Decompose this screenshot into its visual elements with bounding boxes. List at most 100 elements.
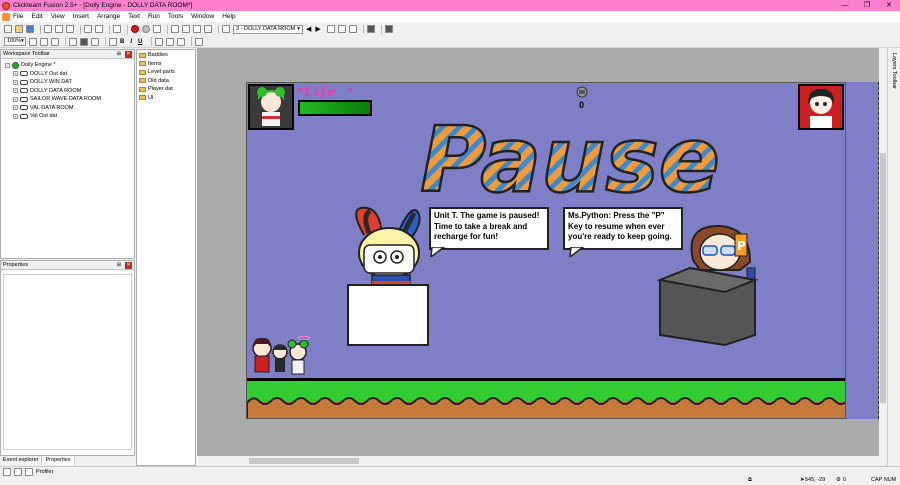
enemy-portrait[interactable] bbox=[798, 84, 844, 130]
stop-icon[interactable] bbox=[142, 25, 150, 33]
layout-icon[interactable] bbox=[326, 25, 335, 33]
maximize-button[interactable]: ❐ bbox=[856, 0, 878, 11]
event-editor-icon[interactable] bbox=[193, 25, 201, 33]
frame-select[interactable]: 3 - DOLLY DATA ROOM ▾ bbox=[233, 24, 303, 34]
align-left-icon[interactable] bbox=[155, 37, 164, 46]
expand-icon[interactable]: + bbox=[13, 88, 18, 94]
folder-item[interactable]: Level parts bbox=[139, 68, 195, 77]
bold-button[interactable]: B bbox=[120, 39, 124, 45]
pointer-icon[interactable] bbox=[109, 37, 117, 46]
tree-root[interactable]: − Dolly Engine * bbox=[5, 61, 134, 70]
paste-icon[interactable] bbox=[66, 25, 74, 33]
screen-icon[interactable] bbox=[348, 25, 357, 33]
frame-settings-icon[interactable] bbox=[91, 37, 99, 46]
zoom-tool-icon[interactable] bbox=[40, 37, 48, 46]
frame-icon[interactable] bbox=[222, 25, 230, 33]
align-icon[interactable] bbox=[337, 25, 346, 33]
fit-icon[interactable] bbox=[195, 37, 204, 46]
vertical-scrollbar[interactable] bbox=[879, 48, 887, 456]
system-menu-icon[interactable] bbox=[2, 12, 10, 21]
folder-item[interactable]: Player dat bbox=[139, 85, 195, 94]
expand-icon[interactable]: + bbox=[13, 79, 18, 85]
game-frame[interactable]: Life ♥ ♥ 0 Pause Unit T. The game is pau… bbox=[246, 82, 846, 419]
folder-item[interactable]: Baddies bbox=[139, 51, 195, 60]
folder-item[interactable]: Items bbox=[139, 60, 195, 69]
tree-frame[interactable]: + SAILOR WAVE DATA ROOM bbox=[5, 95, 134, 104]
party-characters[interactable] bbox=[250, 336, 312, 376]
redo-icon[interactable] bbox=[95, 25, 103, 33]
scroll-thumb[interactable] bbox=[249, 458, 359, 464]
folder-item[interactable]: Old data bbox=[139, 77, 195, 86]
run-application-icon[interactable] bbox=[131, 25, 139, 33]
event-list-icon[interactable] bbox=[204, 25, 212, 33]
italic-button[interactable]: I bbox=[130, 39, 132, 45]
menu-help[interactable]: Help bbox=[222, 13, 235, 20]
horizontal-scrollbar[interactable] bbox=[197, 456, 887, 466]
tree-frame[interactable]: + DOLLY WIN DAT bbox=[5, 78, 134, 87]
hand-tool-icon[interactable] bbox=[29, 37, 37, 46]
tab-event-explorer[interactable]: Event explorer bbox=[0, 456, 43, 465]
tree-frame[interactable]: + DOLLY DATA ROOM bbox=[5, 87, 134, 96]
menu-window[interactable]: Window bbox=[191, 13, 214, 20]
close-button[interactable]: ✕ bbox=[878, 0, 900, 11]
next-frame-icon[interactable]: ▶ bbox=[315, 25, 320, 33]
picker-icon[interactable] bbox=[51, 37, 59, 46]
enemy-portrait-image bbox=[800, 86, 842, 128]
build-icon[interactable] bbox=[113, 25, 121, 33]
menu-run[interactable]: Run bbox=[148, 13, 160, 20]
tree-frame[interactable]: + Val Out dat bbox=[5, 112, 134, 121]
pin-icon[interactable]: ⊞ bbox=[116, 51, 122, 57]
pin-icon[interactable]: ⊞ bbox=[116, 262, 122, 268]
expand-icon[interactable]: + bbox=[13, 71, 18, 77]
menu-edit[interactable]: Edit bbox=[31, 13, 42, 20]
menu-arrange[interactable]: Arrange bbox=[97, 13, 120, 20]
scroll-thumb[interactable] bbox=[880, 153, 886, 403]
player-portrait[interactable] bbox=[248, 84, 294, 130]
snap-icon[interactable] bbox=[80, 37, 88, 46]
expand-icon[interactable]: + bbox=[13, 113, 18, 119]
menu-insert[interactable]: Insert bbox=[73, 13, 89, 20]
align-center-icon[interactable] bbox=[166, 37, 175, 46]
undo-icon[interactable] bbox=[84, 25, 92, 33]
zoom-select[interactable]: 100% ▾ bbox=[4, 37, 26, 46]
menu-tools[interactable]: Tools bbox=[168, 13, 183, 20]
save-icon[interactable] bbox=[26, 25, 34, 33]
collapse-icon[interactable]: − bbox=[5, 62, 10, 68]
ms-python-character[interactable]: P bbox=[655, 220, 765, 348]
chevron-down-icon: ▾ bbox=[297, 25, 300, 32]
storyboard-icon[interactable] bbox=[171, 25, 179, 33]
open-icon[interactable] bbox=[15, 25, 23, 33]
layers-toolbar[interactable]: Layers Toolbar bbox=[887, 48, 900, 466]
menu-view[interactable]: View bbox=[51, 13, 65, 20]
filter-icon[interactable] bbox=[3, 467, 11, 476]
svg-text:P: P bbox=[737, 239, 746, 253]
copy-icon[interactable] bbox=[55, 25, 63, 33]
close-icon[interactable]: ✕ bbox=[125, 51, 132, 58]
menu-text[interactable]: Text bbox=[128, 13, 140, 20]
close-icon[interactable]: ✕ bbox=[125, 262, 132, 269]
frame-editor-icon[interactable] bbox=[182, 25, 190, 33]
tree-frame[interactable]: + VAL DATA ROOM bbox=[5, 104, 134, 113]
show-grid-icon[interactable] bbox=[69, 37, 77, 46]
tree-frame[interactable]: + DOLLY Out dat bbox=[5, 70, 134, 79]
prev-frame-icon[interactable]: ◀ bbox=[306, 25, 311, 33]
profiler-label[interactable]: Profiler bbox=[36, 469, 53, 475]
align-right-icon[interactable] bbox=[177, 37, 186, 46]
new-icon[interactable] bbox=[4, 25, 12, 33]
menu-file[interactable]: File bbox=[13, 13, 23, 20]
run-frame-icon[interactable] bbox=[153, 25, 161, 33]
tree-frame-label: DOLLY WIN DAT bbox=[30, 79, 72, 85]
unit-t-character[interactable] bbox=[342, 205, 432, 347]
search-icon[interactable] bbox=[14, 467, 22, 476]
properties-content[interactable] bbox=[3, 274, 132, 450]
minimize-button[interactable]: — bbox=[834, 0, 856, 11]
settings-icon[interactable] bbox=[384, 25, 393, 33]
clock-icon[interactable] bbox=[25, 467, 33, 476]
underline-button[interactable]: U bbox=[138, 39, 142, 45]
folder-item[interactable]: UI bbox=[139, 94, 195, 103]
cut-icon[interactable] bbox=[44, 25, 52, 33]
expand-icon[interactable]: + bbox=[13, 96, 18, 102]
expand-icon[interactable]: + bbox=[13, 105, 18, 111]
tab-properties[interactable]: Properties bbox=[42, 456, 75, 465]
grid-icon[interactable] bbox=[366, 25, 375, 33]
